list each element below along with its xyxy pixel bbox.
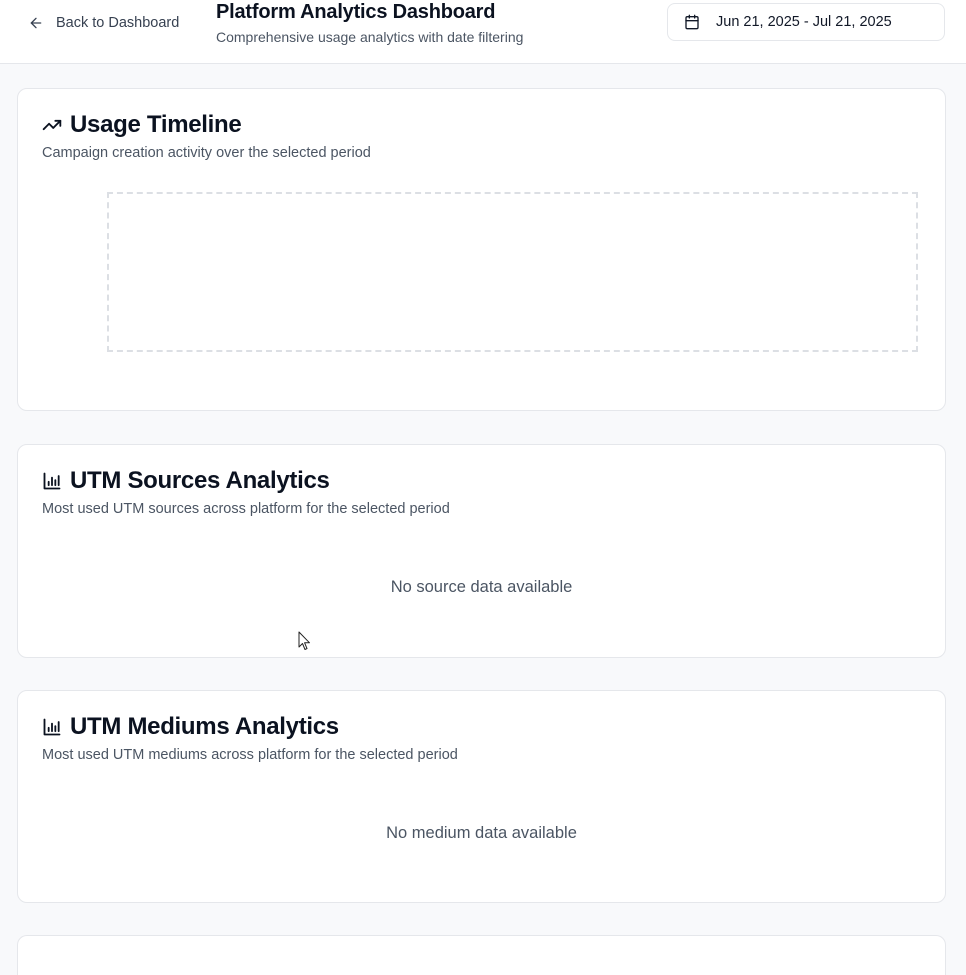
usage-timeline-description: Campaign creation activity over the sele… [42,145,371,161]
page-subtitle: Comprehensive usage analytics with date … [216,29,524,45]
usage-timeline-heading: Usage Timeline [42,111,242,139]
back-link-label: Back to Dashboard [56,15,180,31]
usage-timeline-card: Usage Timeline Campaign creation activit… [17,88,946,411]
arrow-left-icon [30,17,42,29]
utm-sources-description: Most used UTM sources across platform fo… [42,501,450,517]
next-analytics-card [17,935,946,975]
usage-timeline-chart-area [107,192,918,352]
trending-up-icon [42,119,62,131]
page-title: Platform Analytics Dashboard [216,1,496,23]
utm-sources-title: UTM Sources Analytics [70,467,330,494]
utm-mediums-heading: UTM Mediums Analytics [42,713,339,741]
utm-mediums-title: UTM Mediums Analytics [70,713,339,740]
mouse-cursor-icon [298,631,310,650]
utm-sources-card: UTM Sources Analytics Most used UTM sour… [17,444,946,658]
top-header: Back to Dashboard Platform Analytics Das… [0,0,966,64]
bar-chart-icon [43,718,61,736]
utm-sources-heading: UTM Sources Analytics [42,467,330,495]
usage-timeline-title: Usage Timeline [70,111,242,138]
utm-mediums-empty-message: No medium data available [386,824,577,842]
utm-sources-empty-message: No source data available [390,578,573,596]
date-range-text: Jun 21, 2025 - Jul 21, 2025 [716,14,892,30]
utm-mediums-description: Most used UTM mediums across platform fo… [42,747,458,763]
date-range-picker[interactable]: Jun 21, 2025 - Jul 21, 2025 [667,3,945,41]
calendar-icon [685,14,699,30]
bar-chart-icon [43,472,61,490]
utm-mediums-card: UTM Mediums Analytics Most used UTM medi… [17,690,946,903]
back-to-dashboard-link[interactable]: Back to Dashboard [28,13,179,33]
